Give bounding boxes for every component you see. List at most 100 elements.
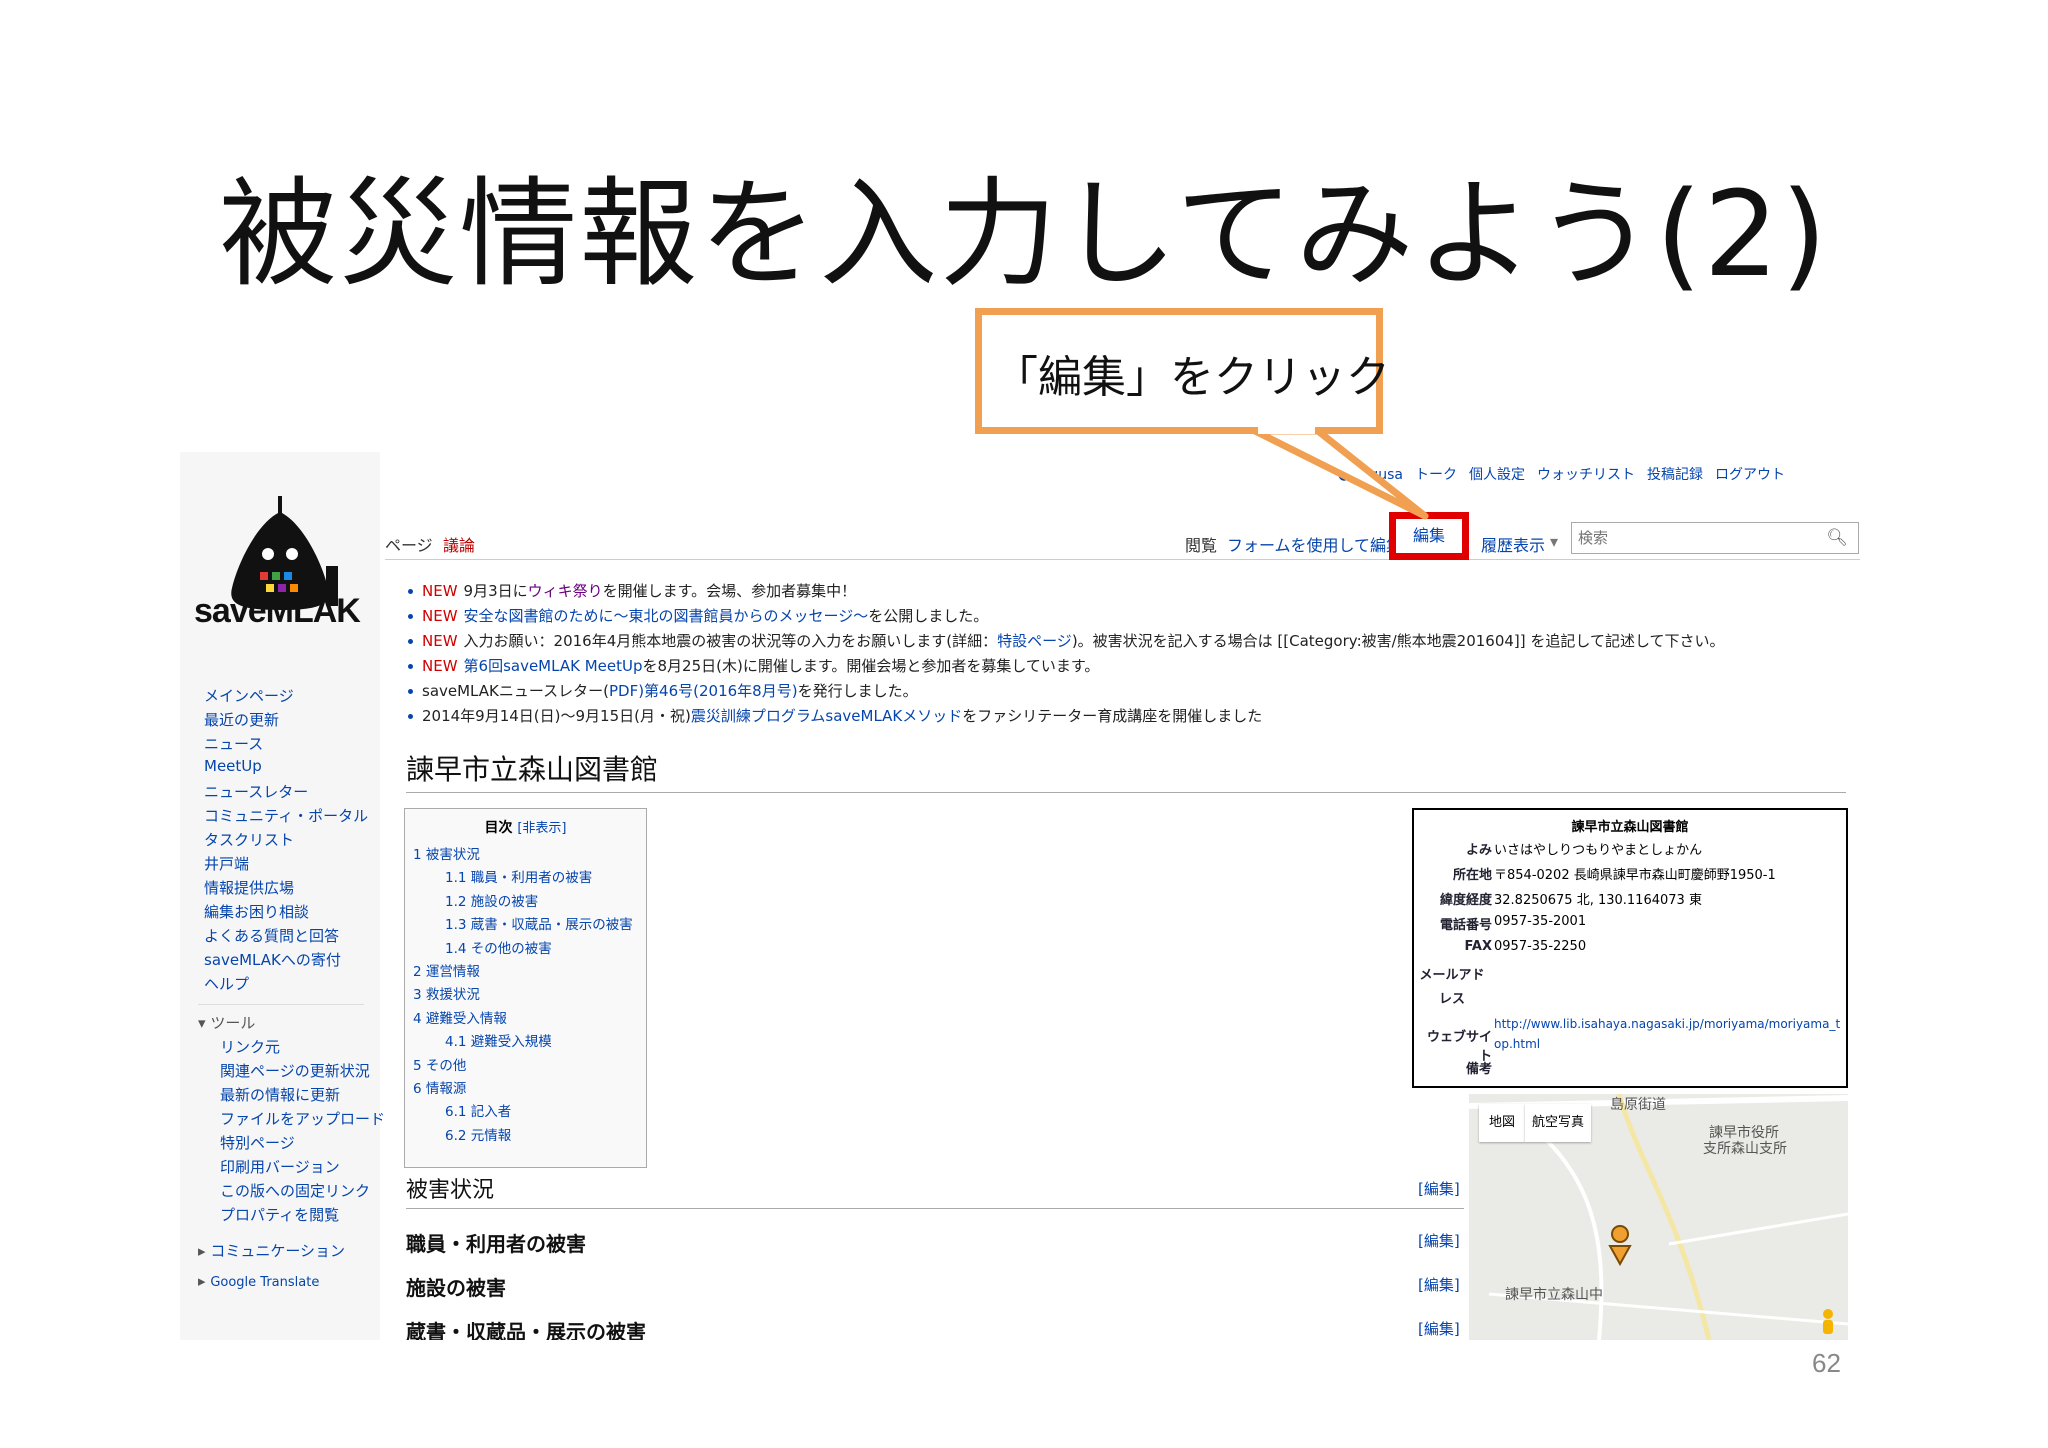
news-item: NEW 9月3日にウィキ祭りを開催します。会場、参加者募集中！	[408, 580, 1850, 605]
table-of-contents: 目次 [非表示] 1 被害状況 1.1 職員・利用者の被害 1.2 施設の被害 …	[404, 808, 647, 1168]
toc-number: 4.1	[445, 1034, 467, 1051]
sidebar-item-donate[interactable]: saveMLAKへの寄付	[204, 949, 341, 970]
toc-item[interactable]: 1 被害状況	[405, 843, 646, 866]
map-label-road: 島原街道	[1610, 1097, 1666, 1113]
sidebar-item-main-page[interactable]: メインページ	[204, 685, 294, 706]
tab-edit[interactable]: 編集	[1389, 512, 1469, 560]
tab-form-edit[interactable]: フォームを使用して編集	[1227, 532, 1402, 556]
talk-link[interactable]: トーク	[1415, 467, 1457, 483]
watchlist-link[interactable]: ウォッチリスト	[1537, 467, 1635, 483]
tool-what-links-here[interactable]: リンク元	[220, 1036, 280, 1057]
tab-read[interactable]: 閲覧	[1185, 532, 1217, 556]
toc-hide-link[interactable]: [非表示]	[517, 821, 566, 836]
sidebar-item-newsletter[interactable]: ニュースレター	[204, 781, 308, 802]
preferences-link[interactable]: 個人設定	[1469, 467, 1525, 483]
user-link[interactable]: Yegusa	[1354, 467, 1403, 483]
news-link[interactable]: PDF)第46号(2016年8月号)	[609, 682, 798, 700]
toc-item[interactable]: 6.2 元情報	[405, 1124, 646, 1147]
logout-link[interactable]: ログアウト	[1715, 467, 1785, 483]
contributions-link[interactable]: 投稿記録	[1647, 467, 1703, 483]
infobox-label: よみ	[1465, 843, 1492, 858]
map-type-map-button[interactable]: 地図	[1479, 1104, 1525, 1142]
sidebar-item-help[interactable]: ヘルプ	[204, 973, 249, 994]
tab-discussion[interactable]: 議論	[443, 532, 475, 556]
sidebar-item-faq[interactable]: よくある質問と回答	[204, 925, 339, 946]
library-infobox: 諫早市立森山図書館 よみ いさはやしりつもりやまとしょかん 所在地 〒854-020…	[1412, 808, 1848, 1088]
news-text: を発行しました。	[797, 682, 918, 700]
toc-item[interactable]: 4 避難受入情報	[405, 1007, 646, 1030]
section-edit-link[interactable]: [編集]	[1418, 1318, 1460, 1339]
sidebar-item-village-pump[interactable]: 井戸端	[204, 853, 249, 874]
callout-text: 「編集」をクリック	[994, 352, 1390, 403]
toc-item[interactable]: 6 情報源	[405, 1077, 646, 1100]
tools-heading[interactable]: ▾ ツール	[198, 1012, 255, 1033]
tab-history[interactable]: 履歴表示	[1481, 532, 1545, 556]
section-edit-link[interactable]: [編集]	[1418, 1178, 1460, 1199]
toc-label: 避難受入規模	[470, 1034, 552, 1051]
communication-heading[interactable]: ▸ コミュニケーション	[198, 1240, 345, 1261]
search-box[interactable]: 🔍︎	[1571, 522, 1859, 554]
tool-upload-file[interactable]: ファイルをアップロード	[220, 1108, 385, 1129]
news-link[interactable]: ウィキ祭り	[528, 582, 603, 600]
news-link[interactable]: 震災訓練プログラムsaveMLAKメソッド	[691, 707, 962, 725]
toc-label: 避難受入情報	[425, 1010, 507, 1027]
more-dropdown-icon[interactable]: ▾	[1550, 532, 1558, 551]
sidebar-item-recent-changes[interactable]: 最近の更新	[204, 709, 279, 730]
toc-item[interactable]: 5 その他	[405, 1054, 646, 1077]
infobox-value: 〒854-0202 長崎県諫早市森山町慶師野1950-1	[1494, 868, 1776, 883]
toc-label: 職員・利用者の被害	[470, 870, 593, 887]
sidebar-item-meetup[interactable]: MeetUp	[204, 757, 262, 775]
street-view-icon[interactable]	[1817, 1308, 1839, 1336]
sidebar-item-edit-help-desk[interactable]: 編集お困り相談	[204, 901, 309, 922]
toc-label: 情報源	[425, 1080, 467, 1097]
toc-item[interactable]: 1.2 施設の被害	[405, 890, 646, 913]
toc-item[interactable]: 3 救援状況	[405, 983, 646, 1006]
news-link[interactable]: 特設ページ	[997, 632, 1072, 650]
map-marker-icon[interactable]	[1607, 1224, 1633, 1266]
infobox-value: 32.8250675 北, 130.1164073 東	[1494, 893, 1702, 908]
tab-page[interactable]: ページ	[385, 532, 433, 556]
triangle-right-icon: ▸	[198, 1242, 211, 1260]
infobox-label: 緯度経度	[1439, 893, 1492, 908]
tool-permanent-link[interactable]: この版への固定リンク	[220, 1180, 370, 1201]
infobox-value: いさはやしりつもりやまとしょかん	[1494, 843, 1703, 858]
toc-item[interactable]: 6.1 記入者	[405, 1100, 646, 1123]
toc-number: 6.1	[445, 1104, 467, 1121]
toc-number: 3	[413, 987, 422, 1004]
toc-item[interactable]: 1.1 職員・利用者の被害	[405, 866, 646, 889]
tool-special-pages[interactable]: 特別ページ	[220, 1132, 295, 1153]
toc-item[interactable]: 2 運営情報	[405, 960, 646, 983]
news-link[interactable]: 安全な図書館のために〜東北の図書館員からのメッセージ〜	[464, 607, 869, 625]
sidebar-item-news[interactable]: ニュース	[204, 733, 263, 754]
tool-printable-version[interactable]: 印刷用バージョン	[220, 1156, 340, 1177]
sidebar-item-task-list[interactable]: タスクリスト	[204, 829, 294, 850]
toc-label: その他の被害	[470, 940, 552, 957]
toc-number: 6	[413, 1080, 422, 1097]
sidebar-item-community-portal[interactable]: コミュニティ・ポータル	[204, 805, 368, 826]
tool-browse-properties[interactable]: プロパティを閲覧	[220, 1204, 339, 1225]
infobox-row: ウェブサイト http://www.lib.isahaya.nagasaki.jp…	[1414, 1014, 1846, 1064]
section-heading: 被害状況	[406, 1172, 1464, 1209]
map[interactable]: 地図 航空写真 島原街道 諫早市役所 支所森山支所 諫早市立森山中	[1469, 1094, 1848, 1340]
search-icon[interactable]: 🔍︎	[1826, 528, 1848, 548]
search-input[interactable]	[1572, 523, 1812, 553]
section-edit-link[interactable]: [編集]	[1418, 1230, 1460, 1251]
toc-label: その他	[425, 1057, 467, 1074]
infobox-row: メールアドレス	[1414, 964, 1846, 1014]
tool-related-changes[interactable]: 関連ページの更新状況	[220, 1060, 370, 1081]
toc-item[interactable]: 4.1 避難受入規模	[405, 1030, 646, 1053]
toc-number: 4	[413, 1010, 422, 1027]
slide: 被災情報を入力してみよう(2) saveMLAK メインページ 最近の更新 ニュ…	[0, 0, 2048, 1448]
toc-item[interactable]: 1.4 その他の被害	[405, 937, 646, 960]
infobox-website-link[interactable]: http://www.lib.isahaya.nagasaki.jp/moriy…	[1494, 1014, 1844, 1054]
translate-heading[interactable]: ▸ Google Translate	[198, 1272, 319, 1290]
triangle-down-icon: ▾	[198, 1014, 211, 1032]
news-link[interactable]: 第6回saveMLAK MeetUp	[464, 657, 643, 675]
infobox-row: 電話番号 0957-35-2001	[1414, 914, 1846, 939]
tool-purge[interactable]: 最新の情報に更新	[220, 1084, 340, 1105]
map-type-satellite-button[interactable]: 航空写真	[1525, 1104, 1591, 1142]
section-edit-link[interactable]: [編集]	[1418, 1274, 1460, 1295]
slide-title: 被災情報を入力してみよう(2)	[219, 165, 1829, 303]
sidebar-item-info-square[interactable]: 情報提供広場	[204, 877, 294, 898]
toc-item[interactable]: 1.3 蔵書・収蔵品・展示の被害	[405, 913, 646, 936]
